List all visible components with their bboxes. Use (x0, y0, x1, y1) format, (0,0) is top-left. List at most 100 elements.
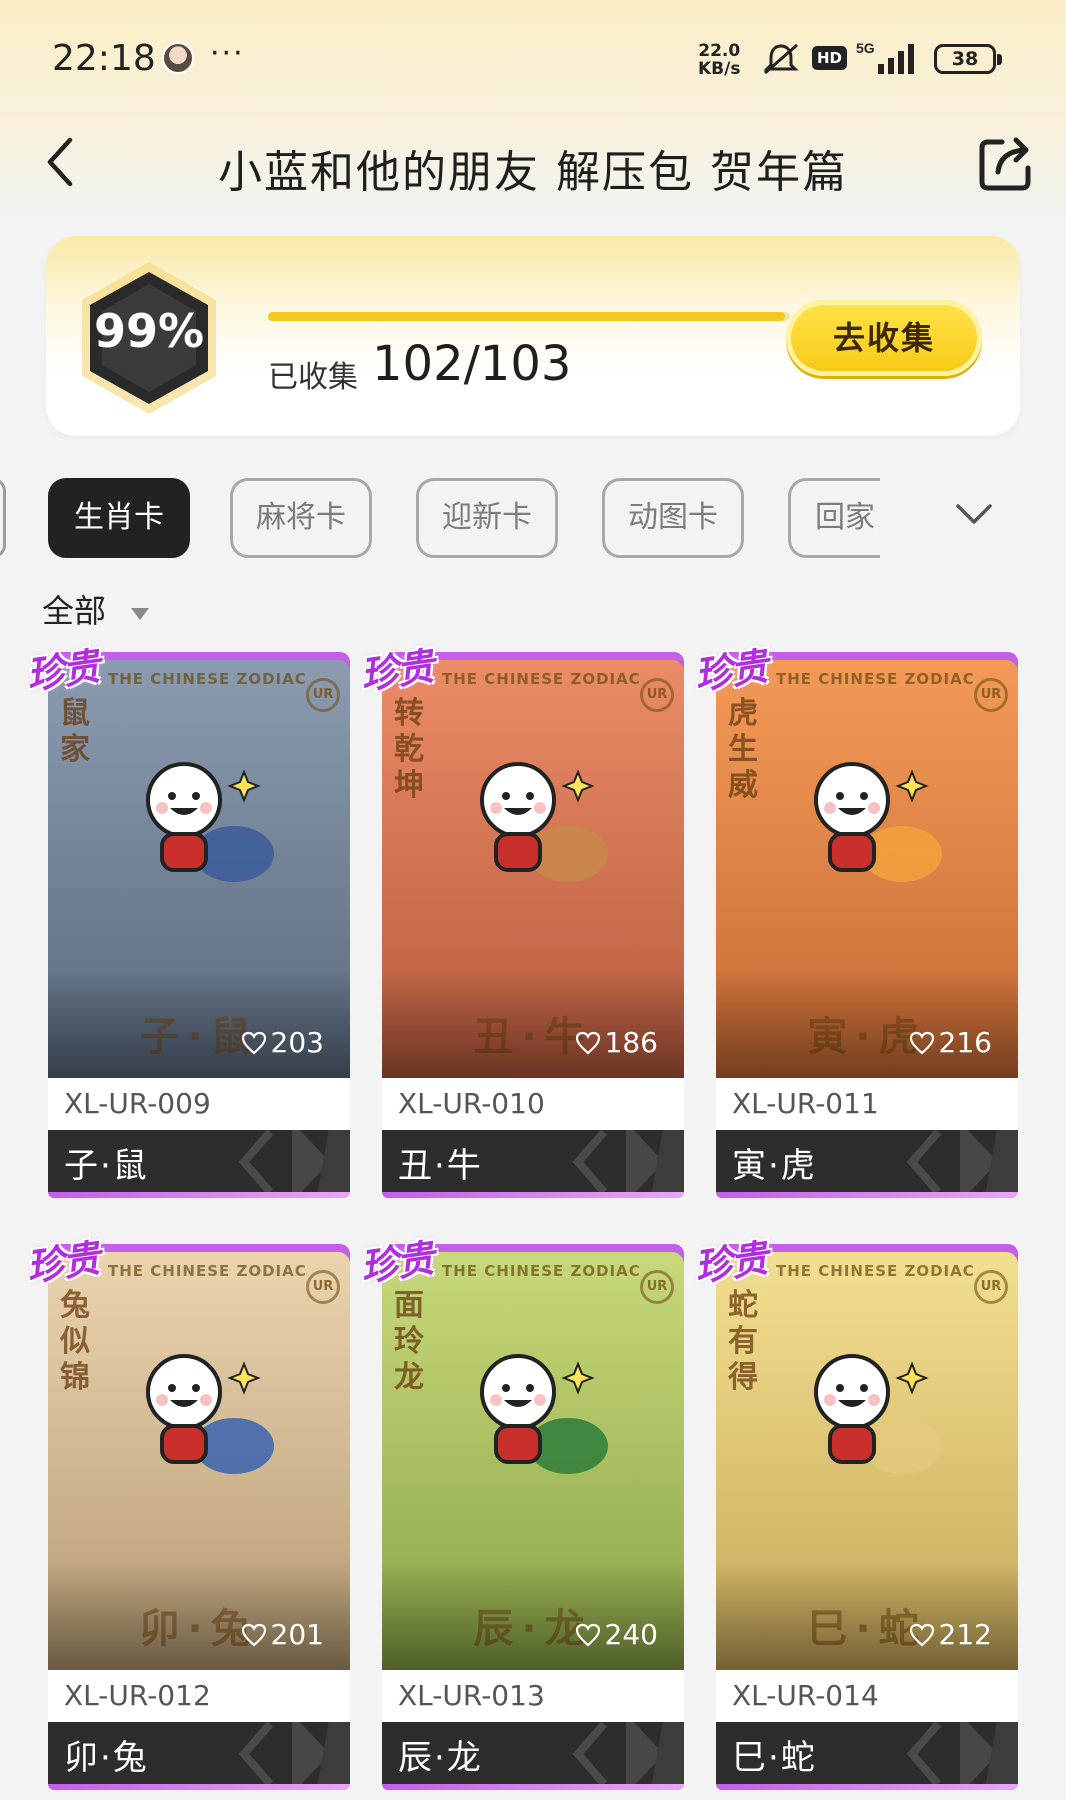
progress-bar (268, 312, 790, 321)
card-zodiac-band: THE CHINESE ZODIAC (442, 670, 641, 688)
card-artwork: THE CHINESE ZODIAC UR 兔似锦 卯·兔 (48, 1252, 350, 1670)
tab-zodiac-card[interactable]: 生肖卡 (48, 478, 190, 558)
more-dots-icon: ··· (210, 36, 245, 71)
status-bar: 22:18 ··· 22.0 KB/s HD 5G 38 (0, 0, 1066, 110)
card-name-bar: 子·鼠 (48, 1130, 350, 1192)
progress-percent: 99% (93, 304, 205, 358)
card-name-decoration (906, 1722, 1018, 1784)
card-likes: 186 (575, 1026, 658, 1059)
category-tabs: 生肖卡 麻将卡 迎新卡 动图卡 回家 (0, 478, 1066, 562)
chevron-down-icon[interactable] (952, 492, 996, 536)
mute-bell-icon (763, 43, 799, 75)
svg-text:5G: 5G (856, 40, 875, 56)
card-likes-count: 203 (270, 1026, 324, 1059)
heart-outline-icon[interactable] (575, 1031, 601, 1055)
net-speed-unit: KB/s (698, 59, 741, 79)
tab-new-year-card[interactable]: 迎新卡 (416, 478, 558, 558)
card-base-line (48, 1784, 350, 1790)
heart-outline-icon[interactable] (575, 1623, 601, 1647)
card-name-bar: 丑·牛 (382, 1130, 684, 1192)
card-likes: 216 (909, 1026, 992, 1059)
card-name-bar: 卯·兔 (48, 1722, 350, 1784)
card-shade (382, 1560, 684, 1670)
go-collect-button[interactable]: 去收集 (786, 300, 982, 376)
card-likes-count: 212 (938, 1618, 992, 1651)
card-likes: 203 (241, 1026, 324, 1059)
collection-card[interactable]: THE CHINESE ZODIAC UR 兔似锦 卯·兔 (24, 1236, 350, 1790)
collection-progress-card: 99% 已收集 102/103 去收集 (46, 236, 1020, 436)
card-shade (48, 1560, 350, 1670)
collection-card[interactable]: THE CHINESE ZODIAC UR 鼠家 子·鼠 (24, 644, 350, 1198)
card-name-decoration (906, 1130, 1018, 1192)
card-base-line (716, 1784, 1018, 1790)
back-chevron-icon[interactable] (40, 132, 84, 192)
collection-card[interactable]: THE CHINESE ZODIAC UR 转乾坤 丑·牛 (358, 644, 684, 1198)
card-name: 辰·龙 (398, 1738, 483, 1778)
card-shade (716, 968, 1018, 1078)
card-zodiac-band: THE CHINESE ZODIAC (442, 1262, 641, 1280)
card-base-line (48, 1192, 350, 1198)
card-zodiac-band: THE CHINESE ZODIAC (776, 670, 975, 688)
filter-dropdown[interactable]: 全部 (42, 586, 150, 630)
heart-outline-icon[interactable] (909, 1623, 935, 1647)
net-speed: 22.0 KB/s (698, 42, 740, 78)
card-name-bar: 寅·虎 (716, 1130, 1018, 1192)
card-shade (716, 1560, 1018, 1670)
card-name: 巳·蛇 (732, 1738, 817, 1778)
card-vertical-text: 虎生威 (728, 696, 758, 803)
mascot-illustration-icon (480, 762, 608, 882)
card-artwork: THE CHINESE ZODIAC UR 蛇有得 巳·蛇 (716, 1252, 1018, 1670)
rare-badge: 珍贵 (691, 644, 770, 698)
user-avatar-icon (162, 42, 194, 74)
collected-count: 102/103 (372, 336, 572, 392)
share-icon[interactable] (978, 134, 1036, 192)
heart-outline-icon[interactable] (909, 1031, 935, 1055)
rare-badge: 珍贵 (23, 1236, 102, 1290)
heart-outline-icon[interactable] (241, 1623, 267, 1647)
card-artwork: THE CHINESE ZODIAC UR 虎生威 寅·虎 (716, 660, 1018, 1078)
mascot-illustration-icon (814, 1354, 942, 1474)
card-name: 卯·兔 (64, 1738, 149, 1778)
tab-go-home-card[interactable]: 回家 (788, 478, 880, 558)
card-name-decoration (572, 1130, 684, 1192)
card-vertical-text: 鼠家 (60, 696, 90, 767)
card-name-decoration (238, 1722, 350, 1784)
mascot-illustration-icon (814, 762, 942, 882)
status-time: 22:18 (52, 38, 156, 79)
card-vertical-text: 转乾坤 (394, 696, 424, 803)
card-name: 寅·虎 (732, 1146, 817, 1186)
card-ur-badge: UR (974, 1270, 1008, 1304)
mascot-illustration-icon (480, 1354, 608, 1474)
progress-bar-fill (268, 312, 785, 321)
collection-card[interactable]: THE CHINESE ZODIAC UR 蛇有得 巳·蛇 (692, 1236, 1018, 1790)
card-ur-badge: UR (640, 678, 674, 712)
heart-outline-icon[interactable] (241, 1031, 267, 1055)
card-shade (382, 968, 684, 1078)
card-zodiac-band: THE CHINESE ZODIAC (108, 670, 307, 688)
collection-card[interactable]: THE CHINESE ZODIAC UR 虎生威 寅·虎 (692, 644, 1018, 1198)
page-title: 小蓝和他的朋友 解压包 贺年篇 (218, 147, 848, 198)
card-code: XL-UR-013 (382, 1670, 684, 1722)
collection-card[interactable]: THE CHINESE ZODIAC UR 面玲龙 辰·龙 (358, 1236, 684, 1790)
card-likes-count: 240 (604, 1618, 658, 1651)
card-base-line (382, 1784, 684, 1790)
card-likes: 240 (575, 1618, 658, 1651)
card-code: XL-UR-011 (716, 1078, 1018, 1130)
card-likes: 201 (241, 1618, 324, 1651)
card-likes: 212 (909, 1618, 992, 1651)
caret-down-icon (131, 607, 150, 620)
tab-previous-partial[interactable] (0, 478, 6, 558)
tab-animated-card[interactable]: 动图卡 (602, 478, 744, 558)
card-likes-count: 186 (604, 1026, 658, 1059)
mascot-illustration-icon (146, 1354, 274, 1474)
card-base-line (382, 1192, 684, 1198)
card-zodiac-band: THE CHINESE ZODIAC (108, 1262, 307, 1280)
card-ur-badge: UR (306, 678, 340, 712)
card-name-decoration (572, 1722, 684, 1784)
tab-mahjong-card[interactable]: 麻将卡 (230, 478, 372, 558)
rare-badge: 珍贵 (357, 1236, 436, 1290)
card-ur-badge: UR (974, 678, 1008, 712)
card-vertical-text: 兔似锦 (60, 1288, 90, 1395)
card-code: XL-UR-009 (48, 1078, 350, 1130)
card-ur-badge: UR (640, 1270, 674, 1304)
